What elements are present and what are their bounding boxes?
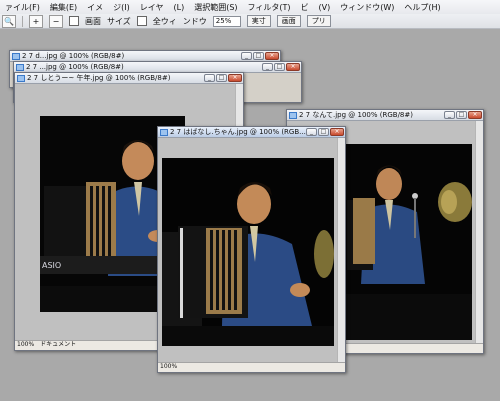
close-button[interactable]: ×	[265, 52, 279, 60]
maximize-button[interactable]: □	[216, 74, 227, 82]
print-size-button[interactable]: プリ	[306, 15, 331, 27]
actual-pixels-button[interactable]: 実寸	[246, 15, 271, 27]
window-title: 2 7 はばなし.ちゃん.jpg @ 100% (RGB...	[170, 128, 306, 136]
status-bar: 100%	[158, 362, 345, 372]
vertical-scrollbar[interactable]	[475, 121, 483, 344]
photo-performer-center	[162, 158, 334, 346]
window-title: 2 7 なんて.jpg @ 100% (RGB/8#)	[299, 111, 413, 119]
maximize-button[interactable]: □	[318, 128, 329, 136]
canvas-area[interactable]	[158, 138, 338, 363]
minimize-button[interactable]: _	[444, 111, 455, 119]
zoom-tool-icon[interactable]: 🔍	[2, 14, 16, 28]
divider	[22, 15, 23, 27]
zoom-all-label: 全ウィ	[152, 16, 177, 26]
zoom-value-field[interactable]: 25%	[212, 15, 241, 27]
resize-windows-checkbox[interactable]	[69, 16, 79, 26]
menu-view[interactable]: ビ	[296, 2, 314, 13]
document-image	[162, 158, 334, 346]
close-button[interactable]: ×	[330, 128, 344, 136]
window-titlebar[interactable]: 2 7 なんて.jpg @ 100% (RGB/8#) _ □ ×	[287, 110, 483, 121]
minimize-button[interactable]: _	[262, 63, 273, 71]
zoom-all-label-2: ンドウ	[182, 16, 207, 26]
close-button[interactable]: ×	[286, 63, 300, 71]
window-titlebar[interactable]: 2 7 はばなし.ちゃん.jpg @ 100% (RGB... _ □ ×	[158, 127, 345, 138]
photoshop-doc-icon	[12, 52, 20, 60]
photoshop-doc-icon	[160, 128, 168, 136]
menu-filter[interactable]: フィルタ(T)	[243, 2, 296, 13]
zoom-all-checkbox[interactable]	[136, 16, 147, 26]
photoshop-doc-icon	[16, 63, 24, 71]
menu-view-2[interactable]: (V)	[314, 3, 336, 12]
window-title: 2 7 しとうー~ 午年.jpg @ 100% (RGB/8#)	[27, 74, 171, 82]
maximize-button[interactable]: □	[253, 52, 264, 60]
minimize-button[interactable]: _	[306, 128, 317, 136]
menu-file[interactable]: ァイル(F)	[0, 2, 45, 13]
vertical-scrollbar[interactable]	[337, 138, 345, 363]
photoshop-doc-icon	[17, 74, 25, 82]
menu-edit[interactable]: 編集(E)	[45, 2, 82, 13]
photoshop-doc-icon	[289, 111, 297, 119]
options-bar: 🔍 + − 画面 サイズ 全ウィ ンドウ 25% 実寸 画面 プリ	[0, 14, 500, 29]
menu-window[interactable]: ウィンドウ(W)	[335, 2, 399, 13]
zoom-out-icon[interactable]: −	[49, 14, 63, 28]
window-title: 2 7 d...jpg @ 100% (RGB/8#)	[22, 52, 125, 60]
close-button[interactable]: ×	[228, 74, 242, 82]
resize-windows-label-2: サイズ	[107, 16, 131, 26]
menu-select[interactable]: 選択範囲(S)	[189, 2, 242, 13]
menu-image[interactable]: イメ	[82, 2, 108, 13]
window-titlebar[interactable]: 2 7 しとうー~ 午年.jpg @ 100% (RGB/8#) _ □ ×	[15, 73, 243, 84]
menu-layer[interactable]: レイヤ	[135, 2, 169, 13]
fit-screen-button[interactable]: 画面	[276, 15, 301, 27]
maximize-button[interactable]: □	[456, 111, 467, 119]
document-window-active[interactable]: 2 7 はばなし.ちゃん.jpg @ 100% (RGB... _ □ × 10…	[157, 126, 346, 373]
close-button[interactable]: ×	[468, 111, 482, 119]
document-image	[345, 144, 472, 340]
menu-image-2[interactable]: ジ(I)	[108, 2, 135, 13]
maximize-button[interactable]: □	[274, 63, 285, 71]
window-title: 2 7 ...jpg @ 100% (RGB/8#)	[26, 63, 124, 71]
menu-layer-2[interactable]: (L)	[169, 3, 190, 12]
menu-bar: ァイル(F) 編集(E) イメ ジ(I) レイヤ (L) 選択範囲(S) フィル…	[0, 0, 500, 15]
minimize-button[interactable]: _	[241, 52, 252, 60]
menu-help[interactable]: ヘルプ(H)	[399, 2, 445, 13]
keyboard-brand-text: ASIO	[42, 261, 61, 270]
resize-windows-label: 画面	[85, 16, 101, 26]
zoom-in-icon[interactable]: +	[29, 14, 43, 28]
photo-performer-cymbal	[345, 144, 472, 340]
minimize-button[interactable]: _	[204, 74, 215, 82]
